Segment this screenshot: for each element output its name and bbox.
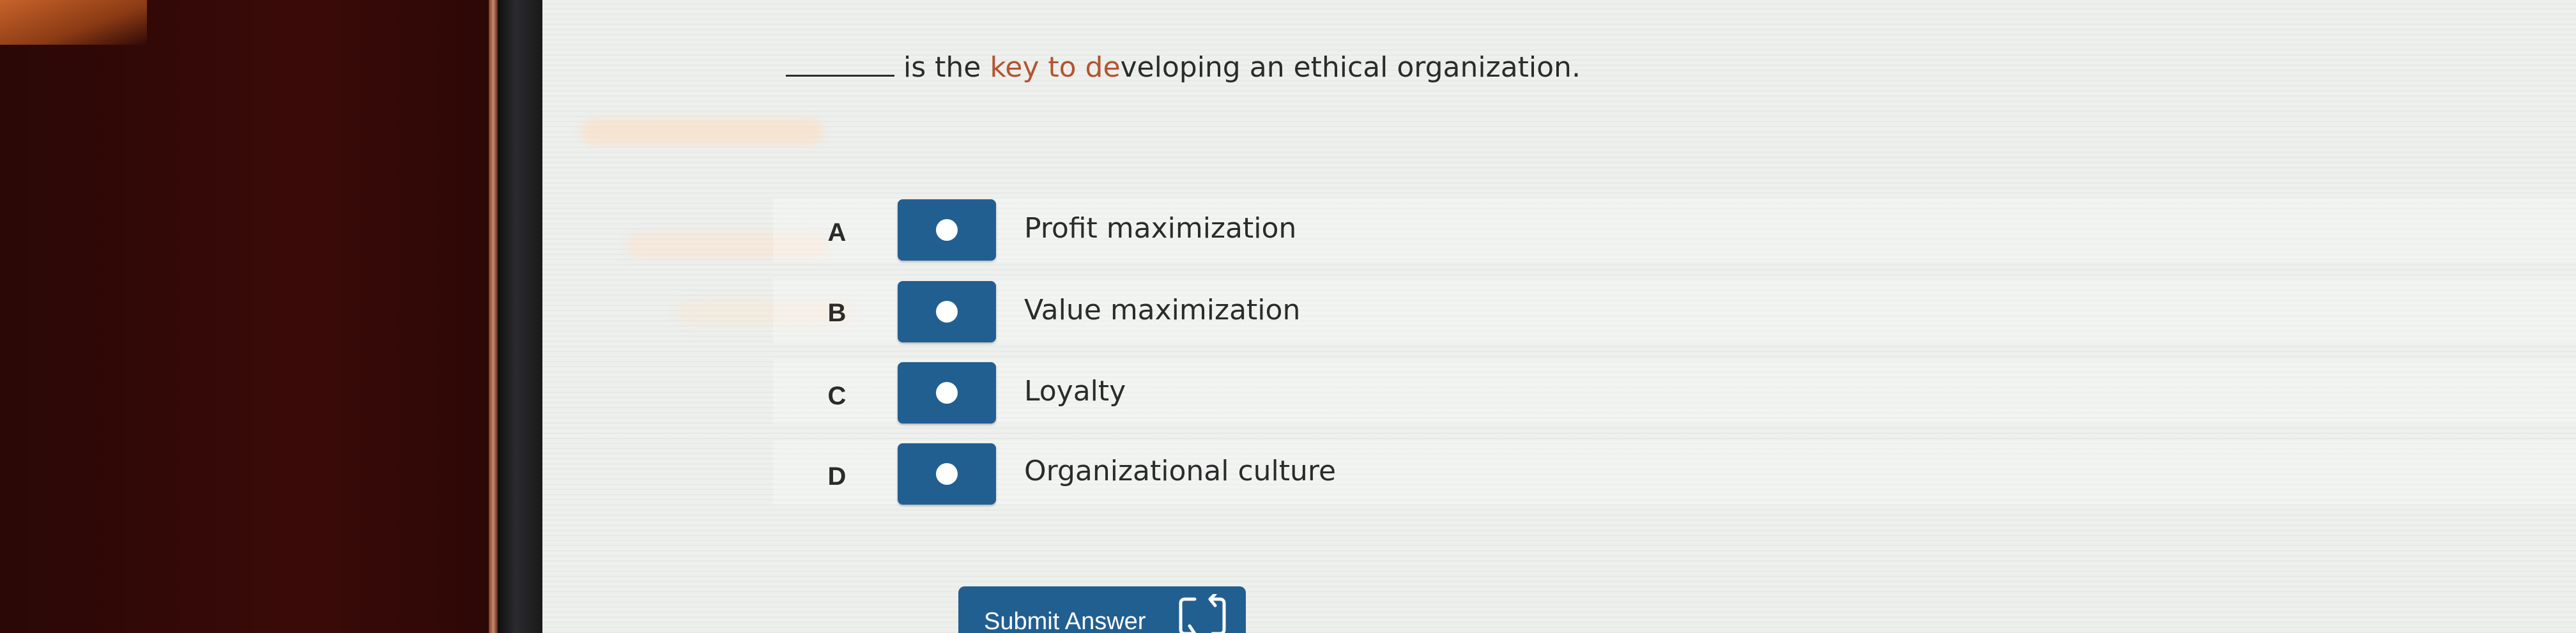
question-part-1: is the bbox=[903, 51, 990, 84]
option-d-radio[interactable] bbox=[898, 443, 996, 505]
answer-blank bbox=[786, 55, 894, 77]
monitor-bezel bbox=[498, 0, 542, 633]
option-c-radio[interactable] bbox=[898, 362, 996, 423]
option-a-radio[interactable] bbox=[898, 199, 996, 261]
submit-answer-button[interactable]: Submit Answer bbox=[958, 586, 1246, 633]
option-b-radio[interactable] bbox=[898, 281, 996, 342]
screen-reflection bbox=[581, 118, 824, 145]
option-letter-a: A bbox=[827, 218, 847, 247]
question-highlight: key to de bbox=[990, 51, 1121, 84]
option-letter-d: D bbox=[827, 462, 847, 491]
desk-background bbox=[0, 0, 505, 633]
question-text: is the key to developing an ethical orga… bbox=[786, 51, 1581, 84]
radio-dot-icon bbox=[936, 301, 958, 323]
question-part-2: veloping an ethical organization. bbox=[1120, 51, 1581, 84]
light-glare bbox=[0, 0, 147, 45]
option-d-label[interactable]: Organizational culture bbox=[1024, 455, 1336, 487]
monitor-edge bbox=[489, 0, 498, 633]
option-c-label[interactable]: Loyalty bbox=[1024, 375, 1126, 408]
radio-dot-icon bbox=[936, 382, 958, 404]
option-b-label[interactable]: Value maximization bbox=[1024, 294, 1300, 326]
option-letter-b: B bbox=[827, 299, 847, 327]
option-a-label[interactable]: Profit maximization bbox=[1024, 212, 1296, 245]
radio-dot-icon bbox=[936, 463, 958, 485]
option-letter-c: C bbox=[827, 382, 847, 410]
radio-dot-icon bbox=[936, 219, 958, 241]
submit-answer-label: Submit Answer bbox=[984, 608, 1146, 633]
swap-icon bbox=[1179, 594, 1226, 633]
